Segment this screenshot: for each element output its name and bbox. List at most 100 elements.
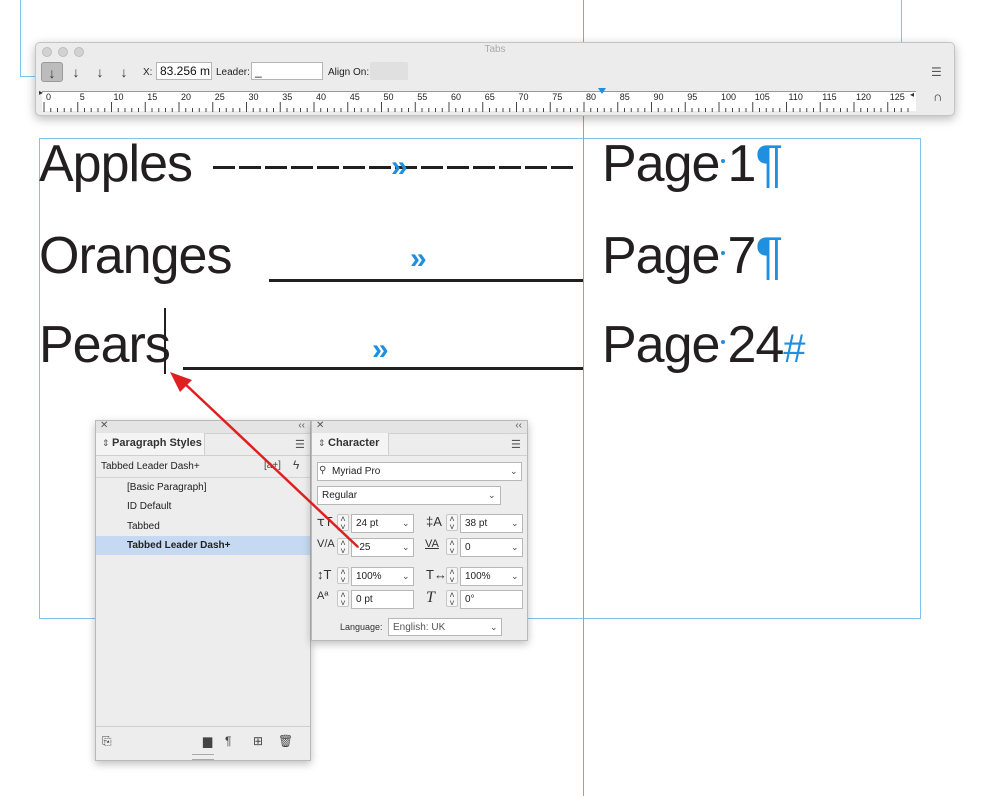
center-justified-tab-button[interactable]: ↓ [65, 62, 87, 82]
tab-ruler[interactable]: 0 5 10 15 20 25 30 35 40 45 50 55 60 65 70 75 80 85 90 95 10… [39, 88, 916, 112]
space-marker [721, 251, 726, 256]
list-item[interactable]: ID Default [96, 497, 310, 516]
ruler-tick-label: 85 [619, 92, 630, 102]
tab-label: Character [328, 437, 380, 449]
ruler-tick-label: 105 [754, 92, 770, 102]
skew-field[interactable]: 0° [460, 590, 523, 609]
baseline-shift-value: 0 pt [356, 594, 373, 605]
page-word: Page [602, 227, 720, 285]
baseline-shift-stepper[interactable]: ˄ ˅ [337, 590, 349, 608]
x-position-input[interactable]: 83.256 m [156, 62, 212, 80]
current-style-label: Tabbed Leader Dash+ [101, 461, 200, 472]
leader-dash [473, 166, 495, 169]
panel-menu-icon[interactable]: ☰ [931, 65, 942, 79]
font-style-dropdown[interactable]: Regular [317, 486, 501, 505]
end-of-story-mark-icon: # [783, 327, 805, 371]
load-styles-icon[interactable]: ⎘ [102, 734, 112, 749]
ruler-tick-label: 120 [856, 92, 872, 102]
page-number: 1 [727, 135, 756, 193]
page-word: Page [602, 135, 720, 193]
language-value: English: UK [393, 622, 446, 633]
kerning-stepper[interactable]: ˄ ˅ [337, 538, 349, 556]
ruler-ticks [43, 102, 909, 112]
leader-input[interactable]: _ [251, 62, 323, 80]
language-dropdown[interactable]: English: UK [388, 618, 502, 636]
baseline-shift-field[interactable]: 0 pt [351, 590, 414, 609]
panel-menu-icon[interactable]: ☰ [295, 438, 305, 451]
leading-stepper[interactable]: ˄ ˅ [446, 514, 458, 532]
ruler-tick-label: 90 [653, 92, 664, 102]
underline-leader-pears [183, 367, 583, 370]
ruler-tick-label: 30 [248, 92, 259, 102]
ruler-tick-label: 125 [889, 92, 905, 102]
left-indent-marker[interactable]: ▸ [39, 88, 43, 97]
ruler-tick-label: 50 [383, 92, 394, 102]
ruler-tick-label: 115 [822, 92, 837, 102]
horizontal-scale-value: 100% [465, 571, 491, 582]
ruler-tick-label: 35 [282, 92, 293, 102]
align-to-decimal-tab-button[interactable]: ↓ [113, 62, 135, 82]
close-icon[interactable]: ✕ [316, 420, 324, 431]
new-style-icon[interactable]: ⊞ [253, 734, 263, 748]
new-group-icon[interactable]: ▆ [203, 734, 212, 748]
resize-grip[interactable] [192, 754, 214, 760]
chevron-down-icon: ⌄ [510, 466, 518, 476]
horizontal-scale-stepper[interactable]: ˄ ˅ [446, 567, 458, 585]
vertical-scale-stepper[interactable]: ˄ ˅ [337, 567, 349, 585]
character-panel: ✕ ‹‹ ⇕ Character ☰ Myriad Pro ⚲ ⌄ Regula… [311, 420, 528, 641]
vertical-scale-value: 100% [356, 571, 382, 582]
panel-menu-icon[interactable]: ☰ [511, 438, 521, 451]
tab-character[interactable]: ⇕ Character [312, 433, 389, 455]
ruler-tick-label: 110 [788, 92, 803, 102]
font-size-stepper[interactable]: ˄ ˅ [337, 514, 349, 532]
font-family-dropdown[interactable]: Myriad Pro [317, 462, 522, 481]
line-oranges-page: Page 7¶ [602, 226, 783, 286]
right-justified-tab-button[interactable]: ↓ [89, 62, 111, 82]
leader-dash [499, 166, 521, 169]
ruler-tick-label: 20 [181, 92, 192, 102]
leading-icon: ‡A [426, 514, 442, 529]
position-panel-above-frame-icon[interactable]: ∩ [933, 89, 942, 104]
chevron-down-icon: ⌄ [511, 518, 519, 528]
tab-character-mark: » [372, 333, 389, 366]
tab-stop-marker[interactable] [598, 88, 606, 94]
left-justified-tab-button[interactable]: ↓ [41, 62, 63, 82]
kerning-icon: V/A [317, 538, 335, 550]
delete-icon[interactable]: 🗑 [278, 734, 293, 748]
column-guide [583, 0, 584, 796]
updown-icon: ⇕ [102, 438, 110, 448]
skew-stepper[interactable]: ˄ ˅ [446, 590, 458, 608]
tracking-stepper[interactable]: ˄ ˅ [446, 538, 458, 556]
ruler-tick-label: 60 [451, 92, 462, 102]
line-apples-label: Apples [39, 135, 193, 193]
leader-dash [447, 166, 469, 169]
tab-label: Paragraph Styles [112, 437, 202, 449]
line-pears-page: Page 24# [602, 315, 806, 375]
collapse-icon[interactable]: ‹‹ [298, 420, 305, 431]
skew-icon: T [426, 589, 435, 606]
language-label: Language: [340, 622, 383, 632]
baseline-shift-icon: Aª [317, 590, 329, 602]
leader-dash [369, 166, 391, 169]
clear-overrides-icon[interactable]: ϟ [293, 458, 299, 472]
chevron-down-icon: ⌄ [402, 518, 410, 528]
tab-paragraph-styles[interactable]: ⇕ Paragraph Styles [96, 433, 205, 455]
right-indent-marker[interactable]: ◂ [910, 90, 914, 99]
align-on-input [370, 62, 408, 80]
list-item-selected[interactable]: Tabbed Leader Dash+ [96, 536, 310, 555]
close-icon[interactable]: ✕ [100, 420, 108, 431]
font-style-value: Regular [322, 490, 358, 501]
ruler-tick-label: 45 [349, 92, 360, 102]
list-item[interactable]: Tabbed [96, 517, 310, 536]
list-item[interactable]: [Basic Paragraph] [96, 478, 310, 497]
leader-dash [239, 166, 261, 169]
text-cursor [164, 308, 166, 374]
collapse-icon[interactable]: ‹‹ [515, 420, 522, 431]
ruler-tick-label: 0 [46, 92, 52, 102]
paragraph-styles-panel: ✕ ‹‹ ⇕ Paragraph Styles ☰ Tabbed Leader … [95, 420, 311, 761]
paragraph-style-override-icon[interactable]: ¶ [225, 734, 231, 748]
paragraph-mark-icon: ¶ [755, 227, 783, 285]
tabs-panel: Tabs ↓ ↓ ↓ ↓ X: 83.256 m Leader: _ Align… [35, 42, 955, 116]
create-style-group-icon[interactable]: [a+] [264, 460, 281, 471]
ruler-tick-label: 25 [214, 92, 225, 102]
